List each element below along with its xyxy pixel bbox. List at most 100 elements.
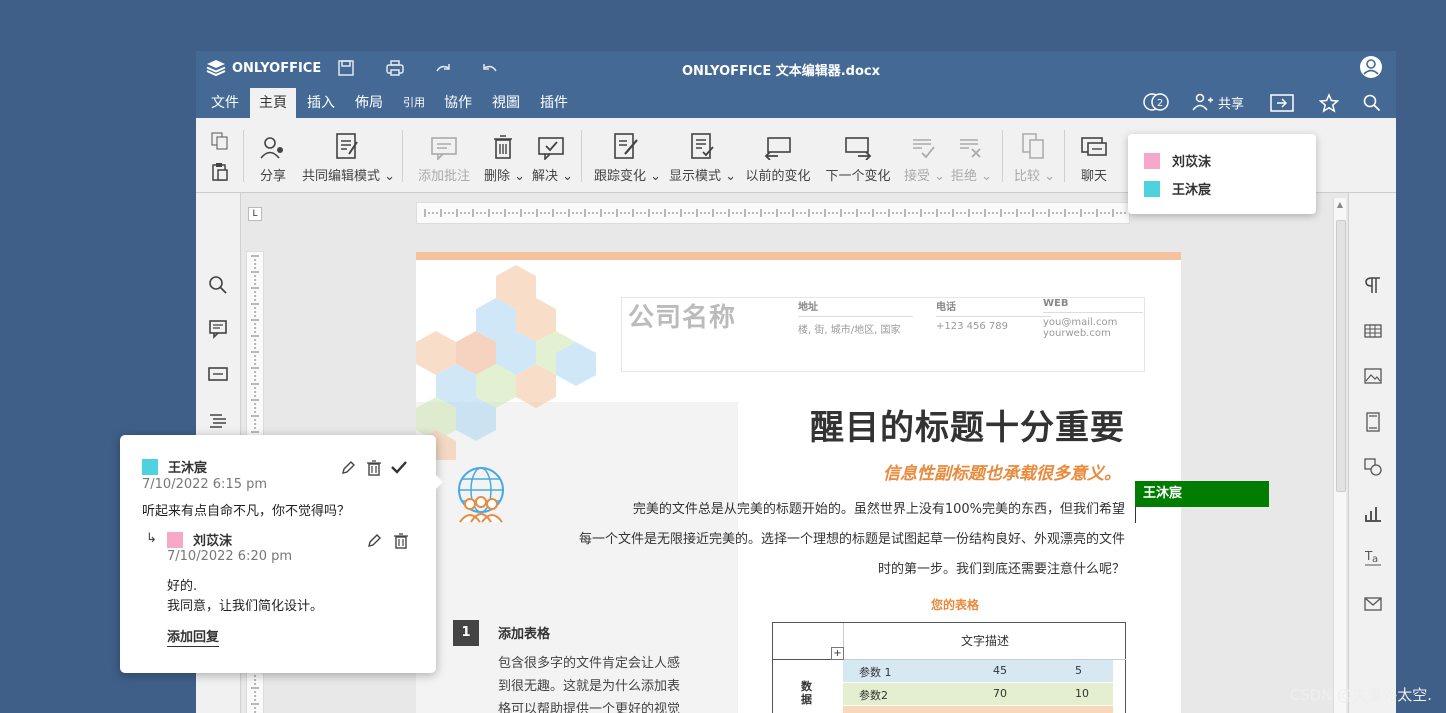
table-cell: 5 bbox=[1075, 664, 1082, 677]
tab-view[interactable]: 視圖 bbox=[483, 88, 529, 118]
web-heading: WEB bbox=[1043, 298, 1143, 313]
chat-button[interactable]: 聊天 bbox=[1077, 132, 1111, 184]
search-icon[interactable] bbox=[208, 275, 228, 295]
compare-button[interactable]: 比较 ⌄ bbox=[1014, 132, 1055, 184]
resolve-label: 解决 bbox=[532, 169, 559, 184]
chat-icon[interactable] bbox=[208, 365, 228, 385]
reply-text-line: 我同意，让我们简化设计。 bbox=[167, 599, 324, 614]
document-title: ONLYOFFICE 文本编辑器.docx bbox=[681, 64, 880, 79]
table-caption: 您的表格 bbox=[931, 598, 980, 612]
table-row: 参数 1 45 5 bbox=[843, 660, 1113, 682]
tab-layout[interactable]: 佈局 bbox=[346, 88, 392, 118]
table-side-label: 数据 bbox=[801, 680, 812, 706]
section-title: 添加表格 bbox=[498, 627, 551, 642]
add-comment-label: 添加批注 bbox=[417, 169, 470, 184]
title-bar: ONLYOFFICE ONLYOFFICE 文本编辑器.docx bbox=[196, 51, 1396, 85]
search-icon[interactable] bbox=[1363, 94, 1381, 112]
reply-author: 刘苡沫 bbox=[167, 530, 232, 549]
website-value: yourweb.com bbox=[1043, 328, 1111, 339]
comments-icon[interactable] bbox=[208, 319, 228, 339]
svg-text:a: a bbox=[1372, 554, 1378, 565]
user-color-swatch bbox=[1144, 180, 1160, 197]
resolve-button[interactable]: 解决 ⌄ bbox=[532, 132, 573, 184]
shape-settings-icon[interactable] bbox=[1363, 457, 1383, 477]
coeditor-item: 王沐宸 bbox=[1144, 179, 1211, 198]
copy-icon[interactable] bbox=[210, 132, 230, 150]
tab-references[interactable]: 引用 bbox=[394, 88, 434, 118]
table-cell: 参数 1 bbox=[859, 666, 892, 679]
track-changes-button[interactable]: 跟踪变化 ⌄ bbox=[594, 132, 661, 184]
table-cell: 参数2 bbox=[859, 689, 888, 702]
user-avatar[interactable] bbox=[1360, 56, 1382, 78]
horizontal-ruler[interactable] bbox=[416, 202, 1130, 224]
paste-icon[interactable] bbox=[210, 162, 230, 182]
coedit-mode-button[interactable]: 共同编辑模式 ⌄ bbox=[302, 132, 395, 184]
previous-change-label: 以前的变化 bbox=[745, 169, 811, 184]
scroll-up-arrow[interactable]: ▲ bbox=[1336, 200, 1344, 210]
paragraph-settings-icon[interactable] bbox=[1363, 275, 1383, 295]
chart-settings-icon[interactable] bbox=[1363, 503, 1383, 523]
share-label: 共享 bbox=[1218, 96, 1245, 112]
coeditor-item: 刘苡沫 bbox=[1144, 151, 1211, 170]
reply-text-line: 好的. bbox=[167, 579, 198, 594]
right-panel: Ta bbox=[1348, 193, 1396, 713]
chat-icon bbox=[1081, 137, 1107, 156]
resolve-comment-icon bbox=[538, 137, 564, 160]
share-tool-label: 分享 bbox=[259, 169, 286, 184]
coeditor-name: 王沐宸 bbox=[1172, 183, 1212, 198]
header-footer-icon[interactable] bbox=[1363, 412, 1383, 432]
favorite-star-icon[interactable] bbox=[1319, 93, 1339, 113]
share-tool-button[interactable]: 分享 bbox=[258, 132, 288, 184]
share-button[interactable]: 共享 bbox=[1192, 91, 1244, 113]
table-move-handle[interactable]: + bbox=[831, 647, 844, 660]
delete-comment-button[interactable]: 删除 ⌄ bbox=[484, 132, 525, 184]
accept-change-icon bbox=[913, 139, 935, 159]
open-location-icon[interactable] bbox=[1270, 93, 1294, 113]
reject-change-icon bbox=[960, 139, 981, 158]
edit-reply-icon[interactable] bbox=[366, 533, 382, 549]
previous-change-button[interactable]: 以前的变化 bbox=[745, 132, 811, 184]
resolve-comment-icon[interactable] bbox=[390, 459, 408, 475]
tab-collaboration[interactable]: 協作 bbox=[435, 88, 481, 118]
company-name: 公司名称 bbox=[628, 303, 737, 333]
image-settings-icon[interactable] bbox=[1363, 366, 1383, 386]
compare-documents-icon bbox=[1022, 133, 1044, 159]
tab-insert[interactable]: 插入 bbox=[298, 88, 344, 118]
next-change-icon bbox=[845, 137, 872, 160]
reject-button[interactable]: 拒绝 ⌄ bbox=[951, 132, 992, 184]
document-table[interactable]: 文字描述 数据 + 参数 1 45 5 参数2 70 10 bbox=[772, 622, 1126, 713]
text-art-icon[interactable]: Ta bbox=[1363, 548, 1383, 568]
section-body-line: 包含很多字的文件肯定会让人感 bbox=[498, 656, 681, 671]
accept-button[interactable]: 接受 ⌄ bbox=[904, 132, 945, 184]
coeditors-button[interactable]: 2 bbox=[1142, 91, 1172, 113]
document-page[interactable]: 公司名称 地址 楼, 街, 城市/地区, 国家 电话 +123 456 789 … bbox=[416, 252, 1181, 713]
header-accent-bar bbox=[416, 252, 1181, 260]
coedit-mode-label: 共同编辑模式 bbox=[302, 169, 381, 184]
tab-stop-selector[interactable]: L bbox=[248, 207, 262, 221]
coeditor-name: 刘苡沫 bbox=[1172, 155, 1212, 170]
add-reply-link[interactable]: 添加回复 bbox=[167, 626, 220, 647]
trash-icon bbox=[494, 135, 512, 159]
display-mode-button[interactable]: 显示模式 ⌄ bbox=[669, 132, 736, 184]
globe-people-icon bbox=[458, 467, 504, 523]
reply-date: 7/10/2022 6:20 pm bbox=[167, 549, 293, 564]
add-comment-button[interactable]: 添加批注 bbox=[417, 132, 471, 184]
mail-merge-icon[interactable] bbox=[1363, 594, 1383, 614]
scrollbar-thumb[interactable] bbox=[1336, 220, 1346, 492]
edit-comment-icon[interactable] bbox=[340, 460, 356, 476]
user-color-swatch bbox=[1144, 152, 1160, 169]
author-color-swatch bbox=[142, 458, 158, 475]
table-cell: 70 bbox=[993, 687, 1007, 700]
delete-reply-icon[interactable] bbox=[393, 533, 409, 549]
remote-cursor bbox=[1135, 507, 1136, 523]
section-number-badge: 1 bbox=[453, 620, 479, 646]
vertical-scrollbar[interactable]: ▲ bbox=[1333, 198, 1346, 713]
comment-date: 7/10/2022 6:15 pm bbox=[142, 477, 268, 492]
tab-home[interactable]: 主頁 bbox=[250, 88, 296, 118]
table-settings-icon[interactable] bbox=[1363, 321, 1383, 341]
tab-file[interactable]: 文件 bbox=[202, 88, 248, 118]
tab-plugins[interactable]: 插件 bbox=[531, 88, 577, 118]
navigation-icon[interactable] bbox=[208, 411, 228, 431]
next-change-button[interactable]: 下一个变化 bbox=[825, 132, 891, 184]
delete-comment-icon[interactable] bbox=[366, 460, 382, 476]
